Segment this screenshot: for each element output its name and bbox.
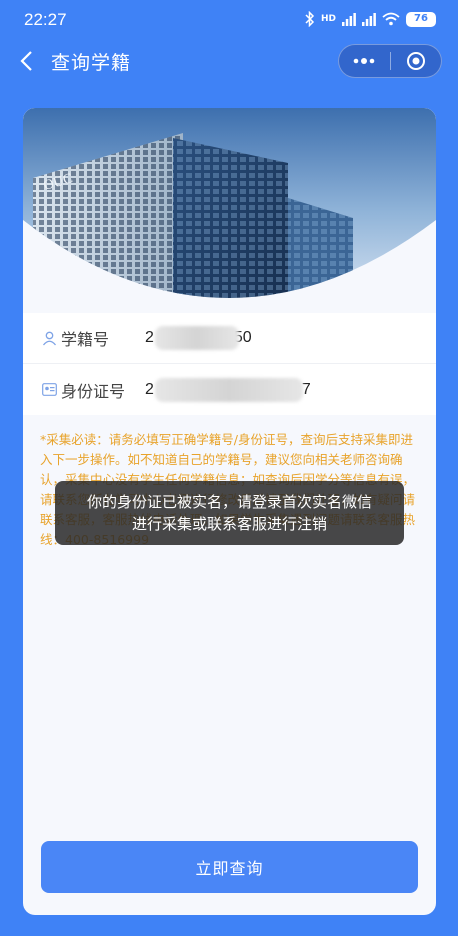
toast-line-2: 进行采集或联系客服进行注销 <box>131 515 327 533</box>
back-button[interactable] <box>12 46 42 76</box>
campus-banner-image: OUC <box>23 108 436 313</box>
more-dots-icon <box>353 58 375 64</box>
id-card-value-start: 2 <box>145 380 154 398</box>
id-card-value-end: 7 <box>301 380 311 398</box>
more-button[interactable] <box>339 45 390 77</box>
nav-bar: 查询学籍 <box>0 40 458 84</box>
status-time: 22:27 <box>24 10 67 29</box>
error-toast: 你的身份证已被实名，请登录首次实名微信 进行采集或联系客服进行注销 <box>55 481 404 545</box>
id-card-input[interactable]: 27 <box>145 377 311 402</box>
student-id-input[interactable]: 2 50 <box>145 326 252 350</box>
id-card-row[interactable]: 身份证号 27 <box>23 364 436 415</box>
status-icons: HD 76 <box>305 11 436 27</box>
miniprogram-capsule <box>338 44 442 78</box>
page-title: 查询学籍 <box>51 52 132 74</box>
status-bar: 22:27 HD 76 <box>0 0 458 40</box>
close-miniprogram-button[interactable] <box>391 45 442 77</box>
target-icon <box>406 52 425 70</box>
student-id-blur-mask <box>155 326 239 350</box>
toast-line-1: 你的身份证已被实名，请登录首次实名微信 <box>86 493 372 511</box>
signal-hd-label: HD <box>320 14 336 24</box>
student-id-label: 学籍号 <box>61 330 110 349</box>
user-icon <box>41 330 57 346</box>
student-id-value-start: 2 <box>145 329 154 346</box>
bluetooth-icon <box>305 11 315 27</box>
cell-signal-2-icon <box>362 13 376 26</box>
id-card-blur-mask <box>155 377 303 402</box>
battery-indicator: 76 <box>406 11 436 27</box>
cell-signal-icon <box>342 13 356 26</box>
query-form: 学籍号 2 50 身份证号 27 <box>23 313 436 415</box>
wifi-icon <box>382 12 400 26</box>
id-card-label: 身份证号 <box>61 381 126 401</box>
chevron-left-icon <box>20 51 32 71</box>
id-card-icon <box>41 382 57 398</box>
student-id-row[interactable]: 学籍号 2 50 <box>23 313 436 364</box>
query-submit-button[interactable]: 立即查询 <box>41 841 418 893</box>
